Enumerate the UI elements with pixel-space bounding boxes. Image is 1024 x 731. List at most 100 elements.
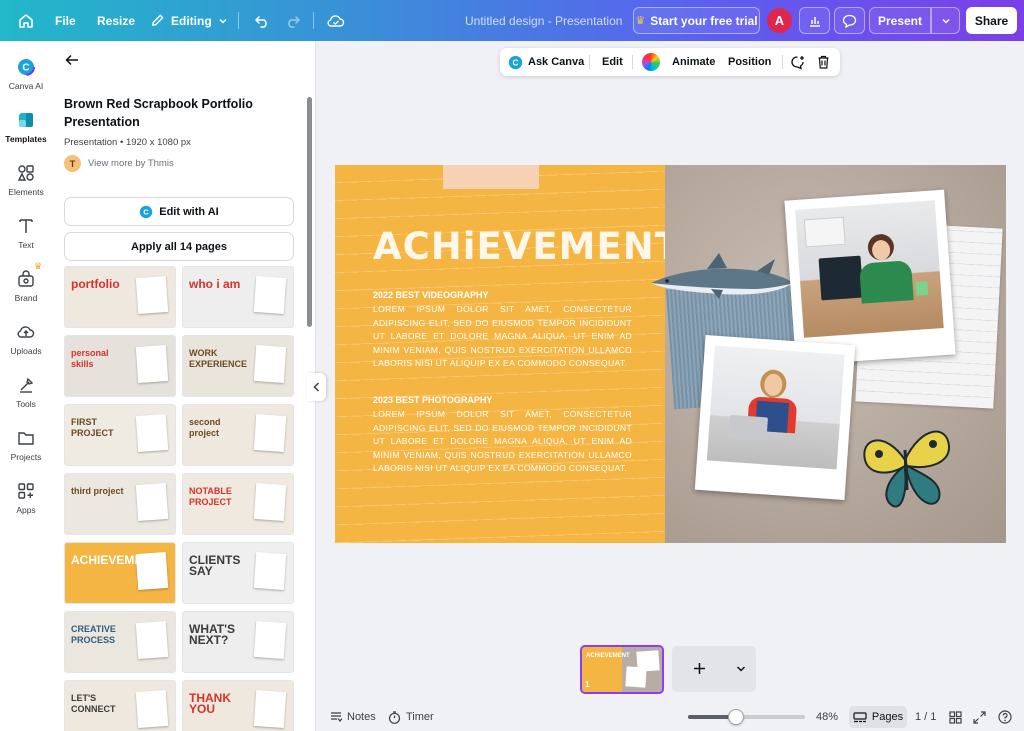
- back-button[interactable]: [65, 53, 79, 70]
- author-link[interactable]: T View more by Thmis: [64, 155, 174, 172]
- color-wheel-icon: [642, 53, 660, 71]
- template-thumbnail[interactable]: CLIENTS SAY: [182, 542, 294, 604]
- share-label: Share: [974, 13, 1009, 28]
- rail-item-templates[interactable]: Templates: [0, 110, 52, 160]
- comments-button[interactable]: [834, 7, 865, 34]
- rail-item-apps[interactable]: Apps: [0, 481, 52, 531]
- file-label: File: [55, 13, 76, 28]
- laptop: [728, 414, 768, 442]
- template-thumbnail[interactable]: CREATIVE PROCESS: [64, 611, 176, 673]
- edit-button[interactable]: Edit: [602, 48, 623, 76]
- notes-button[interactable]: Notes: [330, 703, 376, 731]
- rail-label: Elements: [8, 187, 44, 197]
- insights-button[interactable]: [799, 7, 830, 34]
- template-thumbnail[interactable]: NOTABLE PROJECT: [182, 473, 294, 535]
- free-trial-button[interactable]: ♛ Start your free trial: [633, 7, 760, 34]
- svg-text:C: C: [512, 57, 518, 67]
- undo-button[interactable]: [254, 0, 270, 41]
- thumbnail-label: CREATIVE PROCESS: [71, 624, 116, 645]
- template-thumbnail[interactable]: LET'S CONNECT: [64, 680, 176, 731]
- resize-button[interactable]: Resize: [97, 0, 135, 41]
- rail-item-tools[interactable]: Tools: [0, 375, 52, 425]
- share-button[interactable]: Share: [966, 7, 1017, 34]
- slide-canvas[interactable]: ACHiEVEMENT 2022 BEST VIDEOGRAPHY LOREM …: [335, 165, 1006, 543]
- redo-button[interactable]: [285, 0, 301, 41]
- template-thumbnail[interactable]: ACHIEVEMENT: [64, 542, 176, 604]
- template-thumbnail[interactable]: personal skills: [64, 335, 176, 397]
- comment-add-button[interactable]: [790, 48, 805, 76]
- page-count-label: 1 / 1: [915, 711, 937, 723]
- section-heading[interactable]: 2023 BEST PHOTOGRAPHY: [373, 395, 492, 405]
- zoom-percentage[interactable]: 48%: [816, 703, 838, 731]
- add-page-button[interactable]: [672, 646, 756, 692]
- edit-label: Edit: [602, 56, 623, 68]
- polaroid-photo-1[interactable]: [784, 189, 956, 366]
- template-thumbnail[interactable]: second project: [182, 404, 294, 466]
- position-button[interactable]: Position: [728, 48, 771, 76]
- rail-item-brand[interactable]: ♛ Brand: [0, 261, 52, 319]
- rail-item-text[interactable]: Text: [0, 216, 52, 266]
- section-heading[interactable]: 2022 BEST VIDEOGRAPHY: [373, 290, 489, 300]
- thumbnail-label: third project: [71, 486, 124, 496]
- help-button[interactable]: [998, 703, 1012, 731]
- notes-label: Notes: [347, 711, 376, 723]
- thumbnail-label: WHAT'S NEXT?: [189, 622, 235, 647]
- ask-canva-button[interactable]: C Ask Canva: [508, 48, 584, 76]
- template-thumbnail[interactable]: third project: [64, 473, 176, 535]
- thumbnail-label: THANK YOU: [189, 691, 231, 716]
- pages-button[interactable]: Pages: [849, 706, 907, 728]
- trash-icon: [818, 55, 829, 69]
- fullscreen-button[interactable]: [973, 703, 986, 731]
- chevron-down-icon: [219, 18, 227, 24]
- animate-button[interactable]: Animate: [672, 48, 715, 76]
- present-button[interactable]: Present: [869, 7, 931, 34]
- resize-label: Resize: [97, 13, 136, 28]
- home-button[interactable]: [18, 0, 34, 41]
- thumb-polaroid: [625, 666, 647, 688]
- grid-icon: [949, 710, 962, 724]
- file-menu[interactable]: File: [55, 0, 76, 41]
- editing-mode-dropdown[interactable]: Editing: [150, 0, 228, 41]
- cloud-save-status[interactable]: [327, 0, 345, 41]
- collapse-panel-button[interactable]: [307, 373, 326, 401]
- edit-with-ai-button[interactable]: C Edit with AI: [64, 197, 294, 226]
- delete-button[interactable]: [817, 48, 830, 76]
- template-thumbnail[interactable]: THANK YOU: [182, 680, 294, 731]
- rail-label: Tools: [16, 399, 36, 409]
- template-thumbnail[interactable]: FIRST PROJECT: [64, 404, 176, 466]
- timer-button[interactable]: Timer: [388, 703, 434, 731]
- grid-view-button[interactable]: [949, 703, 962, 731]
- rail-item-uploads[interactable]: Uploads: [0, 322, 52, 372]
- zoom-slider-handle[interactable]: [727, 709, 744, 725]
- thumb-title: ACHiEVEMENT: [586, 653, 630, 659]
- present-options-button[interactable]: [931, 7, 960, 34]
- slide-title[interactable]: ACHiEVEMENT: [373, 225, 681, 268]
- user-avatar[interactable]: A: [767, 8, 792, 33]
- template-thumbnail[interactable]: portfolio: [64, 266, 176, 328]
- rail-item-elements[interactable]: Elements: [0, 163, 52, 213]
- apply-all-pages-button[interactable]: Apply all 14 pages: [64, 232, 294, 261]
- rail-item-projects[interactable]: Projects: [0, 428, 52, 478]
- uploads-icon: [16, 322, 36, 342]
- template-thumbnail[interactable]: WHAT'S NEXT?: [182, 611, 294, 673]
- color-button[interactable]: [642, 48, 660, 76]
- polaroid-photo-2[interactable]: [694, 334, 856, 501]
- section-body[interactable]: LOREM IPSUM DOLOR SIT AMET, CONSECTETUR …: [373, 303, 632, 371]
- template-thumbnail[interactable]: who i am: [182, 266, 294, 328]
- template-thumbnail[interactable]: WORK EXPERIENCE: [182, 335, 294, 397]
- templates-icon: [16, 110, 36, 130]
- shark-sticker[interactable]: [647, 253, 797, 301]
- photo-woman-at-computer: [795, 200, 944, 338]
- thumbnail-label: portfolio: [71, 277, 120, 291]
- rail-item-canva-ai[interactable]: C Canva AI: [0, 57, 52, 107]
- notes-icon: [331, 712, 342, 722]
- plus-icon: [694, 663, 705, 674]
- page-thumbnail[interactable]: ACHiEVEMENT 1: [580, 645, 664, 694]
- thumbnail-label: who i am: [189, 277, 241, 291]
- context-toolbar: C Ask Canva Edit Animate Position: [500, 48, 840, 76]
- section-body[interactable]: LOREM IPSUM DOLOR SIT AMET, CONSECTETUR …: [373, 408, 632, 476]
- scrollbar-thumb[interactable]: [307, 97, 312, 327]
- butterfly-sticker[interactable]: [855, 420, 955, 512]
- document-title[interactable]: Untitled design - Presentation: [465, 0, 622, 41]
- chevron-down-icon[interactable]: [736, 665, 746, 673]
